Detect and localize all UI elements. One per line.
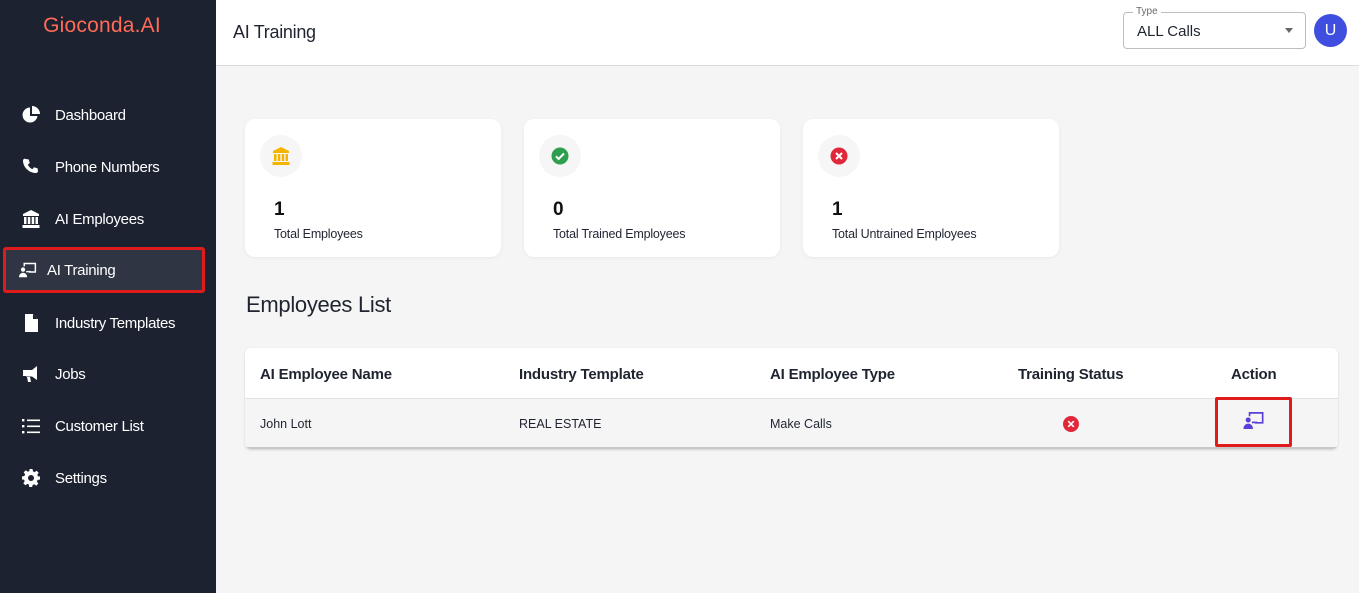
employee-type: Make Calls <box>770 417 832 431</box>
sidebar-item-ai-training[interactable]: AI Training <box>3 247 205 293</box>
employees-table: AI Employee Name Industry Template AI Em… <box>245 348 1338 449</box>
sidebar-item-label: Settings <box>55 469 107 487</box>
brand-logo[interactable]: Gioconda.AI <box>0 14 204 38</box>
table-row: John Lott REAL ESTATE Make Calls <box>245 397 1338 449</box>
sidebar-item-label: AI Employees <box>55 210 144 228</box>
file-icon <box>22 314 40 332</box>
column-header[interactable]: Industry Template <box>519 366 644 383</box>
sidebar-item-label: AI Training <box>47 261 116 279</box>
sidebar-item-industry-templates[interactable]: Industry Templates <box>0 299 216 347</box>
employee-name: John Lott <box>260 417 312 431</box>
sidebar-item-phone-numbers[interactable]: Phone Numbers <box>0 143 216 191</box>
top-bar: AI Training Type ALL Calls U <box>216 0 1359 66</box>
type-select-label: Type <box>1133 6 1161 18</box>
stat-label: Total Employees <box>274 227 363 241</box>
list-icon <box>22 417 40 435</box>
sidebar-item-label: Jobs <box>55 365 86 383</box>
stat-value: 1 <box>832 199 843 220</box>
page-title: AI Training <box>233 22 316 42</box>
megaphone-icon <box>22 365 40 383</box>
gear-icon <box>22 469 40 487</box>
phone-icon <box>22 158 40 176</box>
sidebar-item-label: Dashboard <box>55 106 126 124</box>
stat-value: 0 <box>553 199 564 220</box>
stat-label: Total Trained Employees <box>553 227 686 241</box>
sidebar: Gioconda.AI Dashboard Phone Numbers AI E… <box>0 0 216 593</box>
train-employee-button[interactable] <box>1215 397 1292 447</box>
column-header[interactable]: AI Employee Name <box>260 366 392 383</box>
sidebar-item-jobs[interactable]: Jobs <box>0 350 216 398</box>
column-header: Action <box>1231 366 1277 383</box>
sidebar-item-label: Phone Numbers <box>55 158 160 176</box>
sidebar-item-settings[interactable]: Settings <box>0 454 216 502</box>
user-avatar[interactable]: U <box>1314 14 1347 47</box>
building-icon <box>260 135 302 177</box>
stat-card-untrained-employees: 1 Total Untrained Employees <box>803 119 1059 257</box>
stat-label: Total Untrained Employees <box>832 227 977 241</box>
column-header[interactable]: AI Employee Type <box>770 366 895 383</box>
type-select[interactable]: Type ALL Calls <box>1123 6 1306 49</box>
caret-down-icon <box>1285 28 1293 33</box>
check-circle-icon <box>539 135 581 177</box>
sidebar-item-ai-employees[interactable]: AI Employees <box>0 195 216 243</box>
type-select-value: ALL Calls <box>1137 23 1201 40</box>
pie-chart-icon <box>22 106 40 124</box>
x-circle-icon <box>818 135 860 177</box>
building-icon <box>22 210 40 228</box>
sidebar-item-label: Industry Templates <box>55 314 176 332</box>
sidebar-item-customer-list[interactable]: Customer List <box>0 402 216 450</box>
stat-card-trained-employees: 0 Total Trained Employees <box>524 119 780 257</box>
section-title: Employees List <box>246 292 391 317</box>
column-header[interactable]: Training Status <box>1018 366 1124 383</box>
stat-value: 1 <box>274 199 285 220</box>
presentation-icon <box>1242 411 1265 433</box>
untrained-status-icon <box>1063 416 1079 432</box>
stat-card-total-employees: 1 Total Employees <box>245 119 501 257</box>
employee-template: REAL ESTATE <box>519 417 602 431</box>
table-header: AI Employee Name Industry Template AI Em… <box>245 348 1338 399</box>
presentation-icon <box>19 261 37 279</box>
sidebar-item-label: Customer List <box>55 417 144 435</box>
sidebar-item-dashboard[interactable]: Dashboard <box>0 91 216 139</box>
